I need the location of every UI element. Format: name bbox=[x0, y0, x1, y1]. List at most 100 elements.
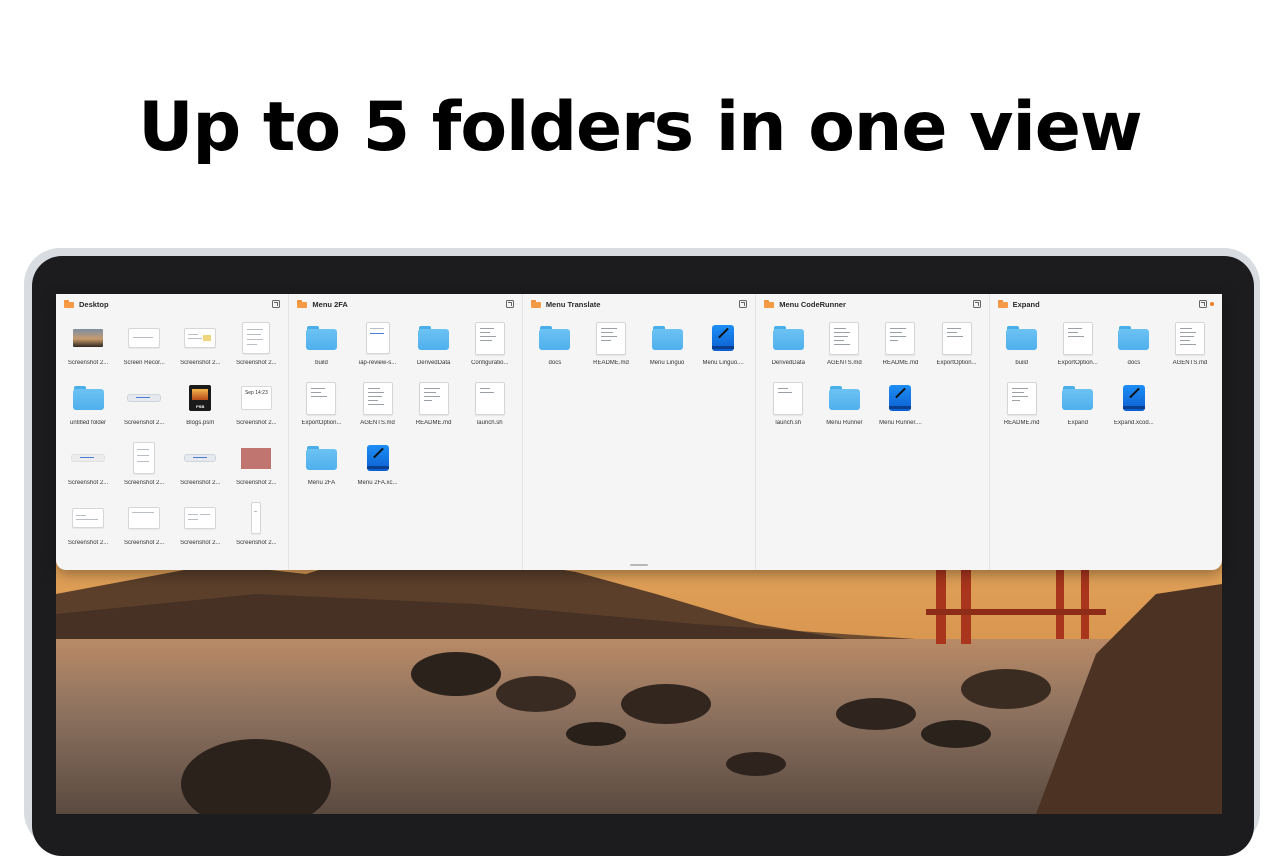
file-label: Menu 2FA.xc... bbox=[357, 480, 398, 486]
folder-icon bbox=[1118, 326, 1150, 350]
file-label: Screenshot 2... bbox=[180, 540, 221, 546]
file-item[interactable]: AGENTS.md bbox=[350, 381, 406, 430]
file-label: Menu 2FA bbox=[307, 480, 336, 486]
screenshot-thumbnail-icon bbox=[251, 502, 262, 534]
screenshot-thumbnail-icon bbox=[128, 328, 161, 348]
file-item[interactable]: build bbox=[994, 322, 1050, 370]
document-icon bbox=[418, 381, 449, 415]
file-item[interactable]: ExportOption... bbox=[1050, 321, 1106, 370]
file-item[interactable]: Menu Runner bbox=[816, 382, 872, 430]
file-label: README.md bbox=[1003, 420, 1040, 426]
column-header: Menu Translate bbox=[523, 294, 755, 314]
document-icon bbox=[1006, 381, 1037, 415]
file-label: Screenshot 2... bbox=[236, 360, 277, 366]
file-item[interactable]: docs bbox=[1106, 322, 1162, 370]
file-item[interactable]: Screenshot 2... bbox=[228, 502, 284, 550]
file-label: README.md bbox=[593, 360, 629, 366]
file-item[interactable]: Menu 2FA.xc... bbox=[350, 442, 406, 490]
screenshot-thumbnail-icon bbox=[242, 322, 271, 354]
file-item[interactable]: Screenshot 2... bbox=[172, 322, 228, 370]
file-item[interactable]: Screenshot 2... bbox=[60, 322, 116, 370]
folder-icon bbox=[997, 300, 1008, 308]
document-icon bbox=[595, 321, 626, 355]
file-item[interactable]: Menu Linguo bbox=[639, 322, 695, 370]
column-title: Expand bbox=[1012, 299, 1040, 309]
folder-column-menu-coderunner: Menu CodeRunner DerivedData AGENTS.md RE… bbox=[756, 294, 990, 570]
file-item[interactable]: README.md bbox=[583, 321, 639, 370]
file-item[interactable]: Screenshot 2... bbox=[60, 442, 116, 490]
open-in-finder-icon[interactable] bbox=[972, 300, 981, 308]
file-label: Menu Linguo bbox=[649, 360, 685, 366]
file-item[interactable]: README.md bbox=[406, 381, 462, 430]
file-label: Screenshot 2... bbox=[236, 420, 277, 426]
status-dot-icon[interactable] bbox=[1210, 302, 1215, 306]
file-item[interactable]: Screenshot 2... bbox=[60, 502, 116, 550]
file-item[interactable]: DerivedData bbox=[760, 322, 816, 370]
screenshot-thumbnail-icon bbox=[133, 442, 156, 474]
file-label: Blogs.psm bbox=[186, 420, 215, 426]
file-item[interactable]: Menu Runner.... bbox=[872, 382, 928, 430]
folder-icon bbox=[1006, 326, 1038, 350]
file-item[interactable]: AGENTS.md bbox=[816, 321, 872, 370]
file-item[interactable]: Configuratio... bbox=[462, 321, 518, 370]
open-in-finder-icon[interactable] bbox=[505, 300, 514, 308]
folder-icon bbox=[530, 300, 541, 308]
folder-icon bbox=[764, 300, 775, 308]
file-label: AGENTS.md bbox=[1172, 360, 1208, 366]
calendar-thumbnail-icon: Sep 14:23 bbox=[240, 386, 272, 410]
file-item[interactable]: Screenshot 2... bbox=[116, 442, 172, 490]
file-label: AGENTS.md bbox=[827, 360, 862, 366]
file-item[interactable]: Menu 2FA bbox=[293, 442, 349, 490]
file-item[interactable]: README.md bbox=[994, 381, 1050, 430]
file-item[interactable]: build bbox=[293, 322, 349, 370]
file-item[interactable]: Expand bbox=[1050, 382, 1106, 430]
photo-thumbnail-icon bbox=[73, 329, 104, 347]
file-item[interactable]: Screenshot 2... bbox=[172, 442, 228, 490]
file-item[interactable]: docs bbox=[527, 322, 583, 370]
document-icon bbox=[941, 321, 972, 355]
file-item[interactable]: ExportOption... bbox=[293, 381, 349, 430]
file-item[interactable]: untitled folder bbox=[60, 382, 116, 430]
file-item[interactable]: launch.sh bbox=[760, 381, 816, 430]
file-item[interactable]: Screenshot 2... bbox=[228, 442, 284, 490]
file-item[interactable]: launch.sh bbox=[462, 381, 518, 430]
document-icon bbox=[829, 321, 860, 355]
open-in-finder-icon[interactable] bbox=[739, 300, 748, 308]
file-item[interactable]: DerivedData bbox=[406, 322, 462, 370]
file-item[interactable]: Screenshot 2... bbox=[116, 382, 172, 430]
folder-icon bbox=[418, 326, 450, 350]
column-title: Menu Translate bbox=[545, 299, 601, 309]
file-item[interactable]: iap-review-s... bbox=[350, 322, 406, 370]
file-item[interactable]: Sep 14:23 Screenshot 2... bbox=[228, 382, 284, 430]
document-icon bbox=[306, 381, 337, 415]
file-item[interactable]: Screenshot 2... bbox=[116, 502, 172, 550]
file-label: Screenshot 2... bbox=[67, 540, 109, 546]
file-item[interactable]: Screen Recor... bbox=[116, 322, 172, 370]
file-item[interactable]: Blogs.psm bbox=[172, 382, 228, 430]
file-label: Screenshot 2... bbox=[123, 480, 165, 486]
column-header: Menu CodeRunner bbox=[756, 294, 988, 314]
open-in-finder-icon[interactable] bbox=[1199, 300, 1208, 308]
file-item[interactable]: README.md bbox=[872, 321, 928, 370]
column-header: Expand bbox=[990, 294, 1222, 314]
open-in-finder-icon[interactable] bbox=[272, 300, 281, 308]
file-item[interactable]: Menu Linguo.... bbox=[695, 322, 751, 370]
folder-icon bbox=[1062, 386, 1094, 410]
file-label: Screen Recor... bbox=[123, 360, 165, 366]
folder-icon bbox=[297, 300, 308, 308]
file-item[interactable]: Screenshot 2... bbox=[172, 502, 228, 550]
file-label: ExportOption... bbox=[1057, 360, 1098, 366]
file-label: Menu Runner.... bbox=[879, 420, 922, 426]
file-label: ExportOption... bbox=[936, 360, 977, 366]
file-item[interactable]: AGENTS.md bbox=[1162, 321, 1218, 370]
folder-icon bbox=[772, 326, 804, 350]
panel-resize-handle[interactable] bbox=[630, 564, 648, 566]
xcode-project-icon bbox=[366, 445, 389, 471]
column-header: Desktop bbox=[56, 294, 288, 314]
file-label: Menu Runner bbox=[826, 420, 863, 426]
file-item[interactable]: Screenshot 2... bbox=[228, 322, 284, 370]
folder-icon bbox=[539, 326, 571, 350]
file-item[interactable]: ExportOption... bbox=[929, 321, 985, 370]
file-label: Screenshot 2... bbox=[123, 540, 165, 546]
file-item[interactable]: Expand.xcod... bbox=[1106, 382, 1162, 430]
